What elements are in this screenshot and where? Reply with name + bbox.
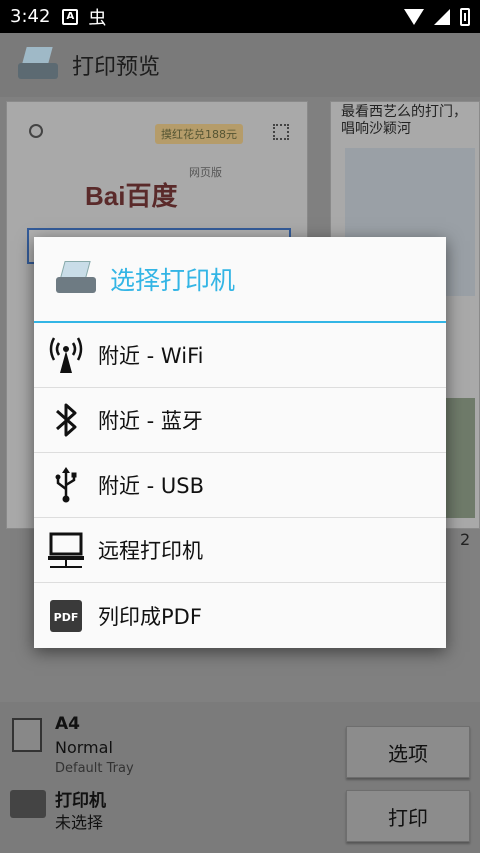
printer-icon <box>10 790 46 818</box>
printer-status: 未选择 <box>55 813 104 832</box>
option-label: 远程打印机 <box>98 539 203 563</box>
wifi-antenna-icon <box>46 335 86 375</box>
paper-tray: Default Tray <box>55 761 134 776</box>
bluetooth-icon <box>46 400 86 440</box>
option-label: 附近 - USB <box>98 474 205 498</box>
battery-charging-icon <box>460 7 470 26</box>
baidu-logo: Bai百度 <box>85 181 178 211</box>
status-time: 3:42 <box>10 6 51 27</box>
print-button[interactable]: 打印 <box>346 790 470 842</box>
options-button[interactable]: 选项 <box>346 726 470 778</box>
dialog-header: 选择打印机 <box>34 237 446 323</box>
usb-icon <box>46 465 86 505</box>
bug-notification-icon: 虫 <box>88 7 107 29</box>
page-number: 2 <box>460 530 471 549</box>
page-title: 打印预览 <box>72 55 161 80</box>
option-label: 附近 - WiFi <box>98 344 204 368</box>
paper-type: Normal <box>55 738 113 757</box>
wifi-signal-icon <box>404 8 424 25</box>
promo-banner: 摸红花兑188元 <box>155 124 243 144</box>
svg-text:PDF: PDF <box>54 611 79 624</box>
option-nearby-wifi[interactable]: 附近 - WiFi <box>34 323 446 388</box>
option-print-to-pdf[interactable]: PDF 列印成PDF <box>34 583 446 648</box>
user-icon <box>29 124 43 138</box>
logo-subtitle: 网页版 <box>189 166 222 179</box>
notification-a-icon: A <box>62 8 79 25</box>
remote-computer-icon <box>46 530 86 570</box>
option-label: 附近 - 蓝牙 <box>98 409 203 433</box>
status-right-group <box>404 7 470 26</box>
printer-app-icon <box>16 45 60 85</box>
paper-size[interactable]: A4 <box>55 714 80 734</box>
option-nearby-bluetooth[interactable]: 附近 - 蓝牙 <box>34 388 446 453</box>
option-label: 列印成PDF <box>98 604 202 629</box>
option-remote-printer[interactable]: 远程打印机 <box>34 518 446 583</box>
paper-document-icon <box>12 718 42 752</box>
news-headline: 最看西艺么的打门，唱响沙颖河 <box>341 104 467 137</box>
option-nearby-usb[interactable]: 附近 - USB <box>34 453 446 518</box>
grid-menu-icon <box>273 124 289 140</box>
app-bar: 打印预览 <box>0 33 480 97</box>
dialog-title: 选择打印机 <box>110 266 236 295</box>
cell-signal-icon <box>434 8 450 25</box>
pdf-icon: PDF <box>46 596 86 636</box>
printer-label[interactable]: 打印机 <box>55 786 106 811</box>
select-printer-dialog: 选择打印机 附近 - WiFi 附近 - 蓝牙 附近 - USB 远程打印机 P… <box>34 237 446 648</box>
status-bar: 3:42 A 虫 <box>0 0 480 33</box>
print-settings-panel: A4 Normal Default Tray 打印机 未选择 选项 打印 <box>0 702 480 853</box>
printer-app-icon <box>54 259 98 299</box>
